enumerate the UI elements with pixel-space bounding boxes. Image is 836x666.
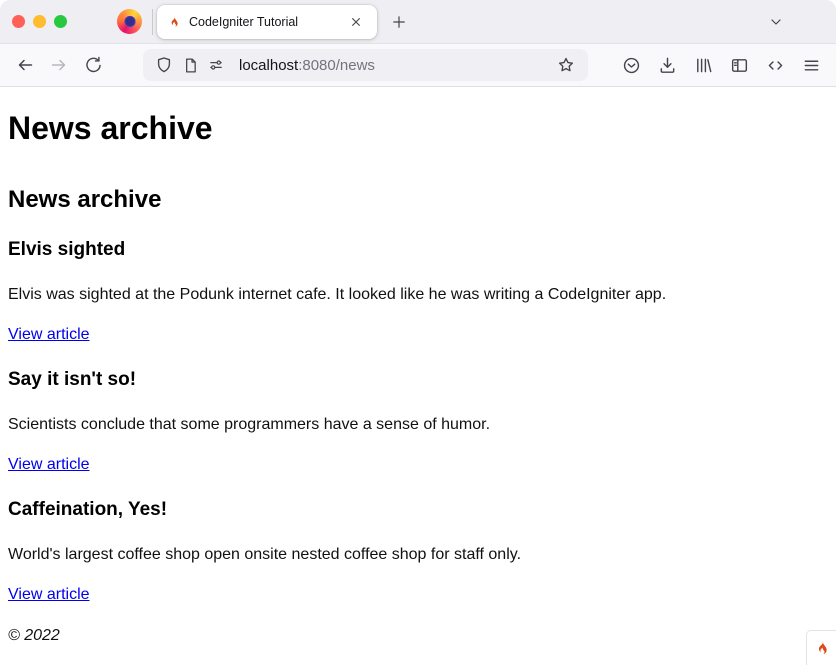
tab-title: CodeIgniter Tutorial xyxy=(189,15,345,29)
article-link-row: View article xyxy=(8,325,828,344)
article-link-row: View article xyxy=(8,585,828,604)
zoom-window-button[interactable] xyxy=(54,15,67,28)
toolbar-right-icons xyxy=(614,49,828,81)
devtools-button[interactable] xyxy=(758,49,792,81)
url-text: localhost:8080/news xyxy=(239,57,552,74)
url-path: :8080/news xyxy=(298,57,375,74)
forward-button[interactable] xyxy=(42,49,76,81)
codeigniter-flame-icon xyxy=(813,637,831,659)
code-brackets-icon xyxy=(766,56,785,75)
news-item: Caffeination, Yes! World's largest coffe… xyxy=(8,498,828,604)
back-arrow-icon xyxy=(15,55,35,75)
pocket-icon xyxy=(622,56,641,75)
pocket-button[interactable] xyxy=(614,49,648,81)
downloads-button[interactable] xyxy=(650,49,684,81)
article-link-row: View article xyxy=(8,455,828,474)
forward-arrow-icon xyxy=(49,55,69,75)
news-item: Elvis sighted Elvis was sighted at the P… xyxy=(8,238,828,344)
page-content: News archive News archive Elvis sighted … xyxy=(0,87,836,665)
tab-separator xyxy=(152,9,153,35)
sidebar-icon xyxy=(730,56,749,75)
download-icon xyxy=(658,56,677,75)
article-body: Scientists conclude that some programmer… xyxy=(8,415,828,434)
article-title: Caffeination, Yes! xyxy=(8,498,828,521)
article-title: Say it isn't so! xyxy=(8,368,828,391)
close-window-button[interactable] xyxy=(12,15,25,28)
app-menu-button[interactable] xyxy=(794,49,828,81)
window-controls xyxy=(12,15,67,28)
library-button[interactable] xyxy=(686,49,720,81)
bookmark-star-button[interactable] xyxy=(552,51,580,79)
article-body: World's largest coffee shop open onsite … xyxy=(8,545,828,564)
plus-icon xyxy=(391,14,407,30)
permissions-sliders-icon[interactable] xyxy=(203,52,229,78)
view-article-link[interactable]: View article xyxy=(8,456,90,473)
codeigniter-flame-favicon xyxy=(167,15,181,29)
navigation-toolbar: localhost:8080/news xyxy=(0,44,836,87)
view-article-link[interactable]: View article xyxy=(8,586,90,603)
sidebar-button[interactable] xyxy=(722,49,756,81)
url-bar[interactable]: localhost:8080/news xyxy=(143,49,588,81)
view-article-link[interactable]: View article xyxy=(8,326,90,343)
article-title: Elvis sighted xyxy=(8,238,828,261)
browser-tab-codeigniter-tutorial[interactable]: CodeIgniter Tutorial xyxy=(157,5,377,39)
firefox-logo-icon xyxy=(117,9,142,34)
page-title: News archive xyxy=(8,109,828,147)
news-item: Say it isn't so! Scientists conclude tha… xyxy=(8,368,828,474)
copyright-notice: © 2022 xyxy=(8,626,828,645)
star-icon xyxy=(557,56,575,74)
url-host: localhost xyxy=(239,57,298,74)
new-tab-button[interactable] xyxy=(385,8,413,36)
browser-window: CodeIgniter Tutorial xyxy=(0,0,836,666)
article-body: Elvis was sighted at the Podunk internet… xyxy=(8,285,828,304)
library-icon xyxy=(694,56,713,75)
chevron-down-icon xyxy=(768,14,784,30)
minimize-window-button[interactable] xyxy=(33,15,46,28)
tracking-protection-shield-icon[interactable] xyxy=(151,52,177,78)
reload-icon xyxy=(84,56,103,75)
tab-close-button[interactable] xyxy=(345,11,367,33)
tab-bar: CodeIgniter Tutorial xyxy=(0,0,836,44)
tab-list-dropdown-button[interactable] xyxy=(762,8,790,36)
close-icon xyxy=(350,16,362,28)
back-button[interactable] xyxy=(8,49,42,81)
reload-button[interactable] xyxy=(76,49,110,81)
codeigniter-debugbar-toggle[interactable] xyxy=(806,630,836,665)
hamburger-menu-icon xyxy=(802,56,821,75)
section-heading: News archive xyxy=(8,185,828,214)
site-identity-page-icon[interactable] xyxy=(177,52,203,78)
